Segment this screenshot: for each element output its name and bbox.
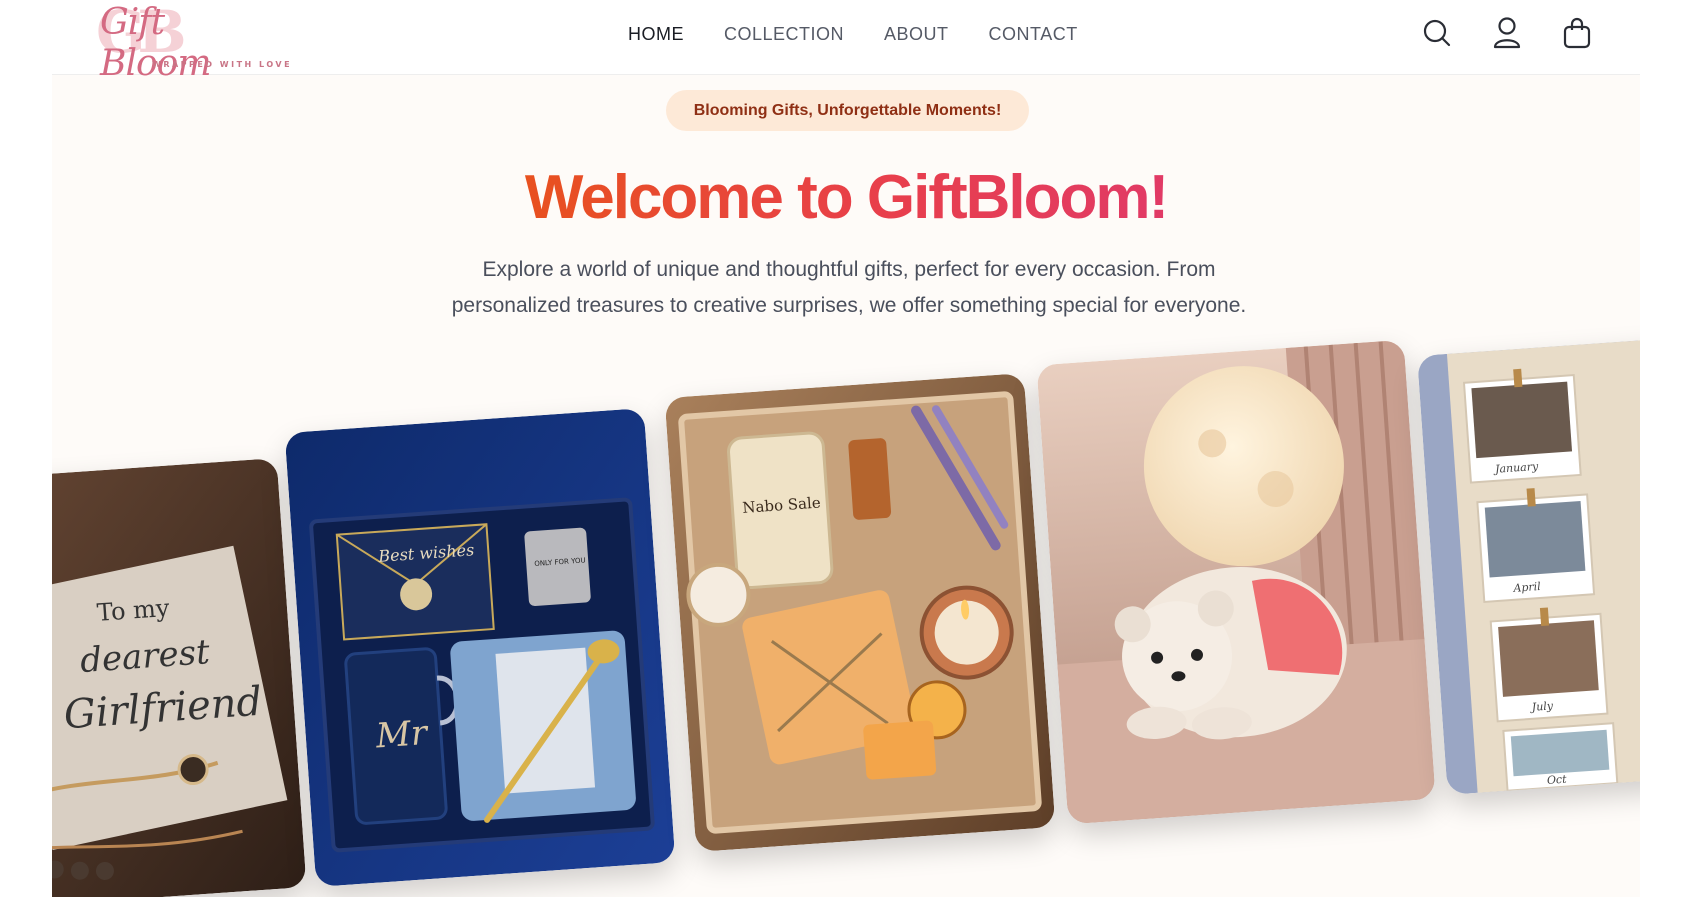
photo-calendar-image: January April July Oct [1417,335,1640,795]
nav-item-about[interactable]: ABOUT [884,24,949,45]
user-icon [1493,17,1521,49]
search-icon [1423,19,1451,47]
cart-button[interactable] [1562,16,1592,50]
girlfriend-card-image: To my dearest Girlfriend [52,457,307,897]
header-actions [1422,16,1592,50]
search-button[interactable] [1422,16,1452,50]
calendar-label-april: April [1512,580,1542,595]
calendar-label-oct: Oct [1546,773,1567,787]
header: GB Gift Bloom WRAPPED WITH LOVE HOME COL… [52,0,1640,84]
hero-title-text: Welcome to GiftBloom! [524,163,1169,232]
shopping-bag-icon [1563,17,1591,49]
main-nav: HOME COLLECTION ABOUT CONTACT [628,24,1078,45]
moon-lamp-bear-image [1036,339,1436,825]
page: GB Gift Bloom WRAPPED WITH LOVE HOME COL… [52,0,1640,897]
logo-tagline: WRAPPED WITH LOVE [152,60,293,69]
hero-title: Welcome to GiftBloom! [52,162,1640,233]
nav-item-collection[interactable]: COLLECTION [724,24,844,45]
hero-badge: Blooming Gifts, Unforgettable Moments! [666,90,1029,131]
card-text-mr: Mr [374,713,430,757]
nav-item-contact[interactable]: CONTACT [989,24,1078,45]
card-text-to-my: To my [96,594,171,627]
hero-description: Explore a world of unique and thoughtful… [451,258,1247,317]
gallery-card-navy-box[interactable]: Best wishes ONLY FOR YOU Mr [284,407,676,888]
account-button[interactable] [1492,16,1522,50]
nav-item-home[interactable]: HOME [628,24,684,45]
gallery-card-photo-calendar[interactable]: January April July Oct [1417,335,1640,795]
calendar-label-july: July [1529,699,1554,714]
logo-wordmark: Gift Bloom [100,2,211,84]
navy-gift-box-image: Best wishes ONLY FOR YOU Mr [284,407,676,888]
gallery-card-soap-box[interactable]: Nabo Sale [664,372,1056,853]
soap-candle-box-image: Nabo Sale [664,372,1056,853]
gallery-card-moon-lamp[interactable] [1036,339,1436,825]
gallery-card-girlfriend[interactable]: To my dearest Girlfriend [52,457,307,897]
brand-logo[interactable]: GB Gift Bloom WRAPPED WITH LOVE [96,0,290,84]
